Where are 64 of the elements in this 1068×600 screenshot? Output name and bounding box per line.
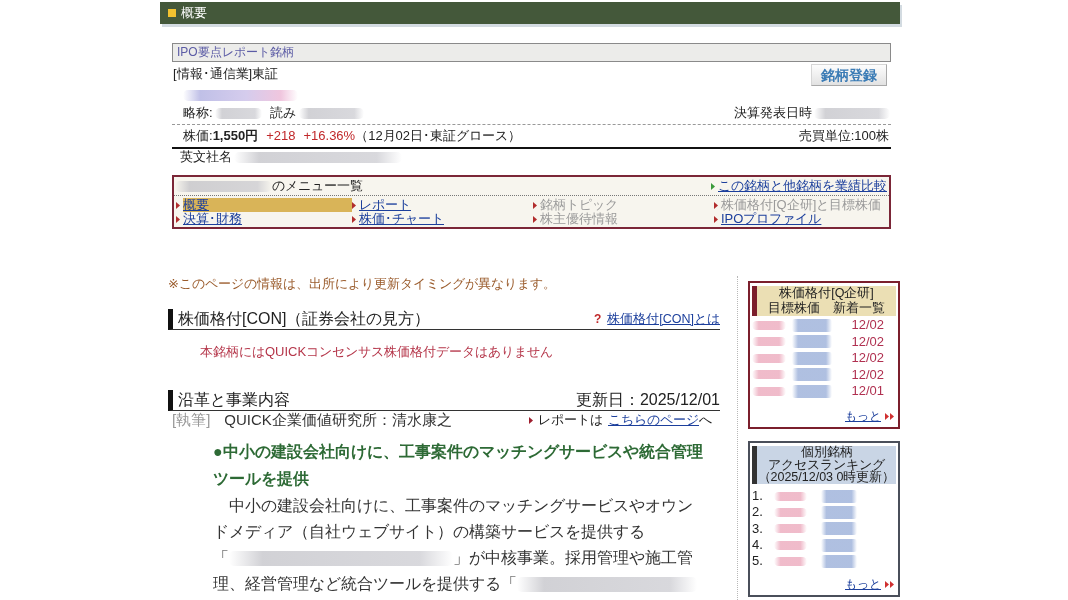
more-link[interactable]: もっと (845, 577, 881, 592)
section-title: 株価格付[CON]（証券会社の見方） (178, 309, 431, 329)
triangle-bullet-icon (352, 201, 356, 209)
menu-link[interactable]: 決算･財務 (183, 212, 242, 226)
triangle-bullet-icon (714, 215, 718, 223)
section-title: 沿革と事業内容 (178, 390, 290, 410)
field-label: 英文社名 (180, 148, 232, 166)
help-link[interactable]: 株価格付[CON]とは (607, 309, 720, 329)
menu-link[interactable]: 株価･チャート (359, 212, 444, 226)
square-icon (168, 9, 176, 17)
menu-item: 株価格付[Q企研]と目標株価 (721, 198, 882, 212)
date-text: 12/02 (851, 366, 884, 383)
triangle-bullet-icon (352, 215, 356, 223)
triangle-bullet-icon (711, 182, 715, 190)
header-title: 概要 (181, 4, 207, 22)
double-arrow-icon (885, 581, 894, 588)
rank-number: 1. (752, 488, 764, 505)
menu-link[interactable]: レポート (359, 198, 411, 212)
trading-unit-text: 売買単位:100株 (798, 127, 889, 145)
price-label: 株価: (183, 127, 213, 145)
triangle-bullet-icon (529, 417, 533, 424)
panel-title: 個別銘柄 アクセスランキング （2025/12/03 0時更新） (752, 446, 896, 484)
compare-link[interactable]: この銘柄と他銘柄を業績比較 (718, 177, 887, 195)
report-link[interactable]: こちらのページ (608, 412, 699, 429)
rank-number: 5. (752, 553, 764, 570)
business-description: 中小の建設会社向けに、工事案件のマッチングサービスやオウンドメディア（自社ウェブサイト）の構築サービスを提供する「 」が中核事業。採用管理や施工管理、経営管理など統合ツールを提供する「 (213, 492, 708, 596)
menu-link[interactable]: IPOプロファイル (721, 212, 822, 226)
menu-item: 銘柄トピック (540, 198, 618, 212)
business-headline: ●中小の建設会社向けに、工事案件のマッチングサービスや統合管理ツールを提供 (213, 442, 704, 489)
price-change: +218 (266, 127, 296, 145)
triangle-bullet-icon (176, 215, 180, 223)
rank-number: 2. (752, 504, 764, 521)
date-text: 12/02 (851, 333, 884, 350)
report-text: レポートは (538, 412, 603, 429)
double-arrow-icon (885, 413, 894, 420)
register-button[interactable]: 銘柄登録 (811, 63, 887, 86)
triangle-bullet-icon (176, 201, 180, 209)
field-label: 決算発表日時 (734, 104, 812, 122)
price-date-note: （12月02日･東証グロース） (355, 127, 522, 145)
no-data-message: 本銘柄にはQUICKコンセンサス株価格付データはありません (200, 345, 555, 359)
triangle-bullet-icon (714, 201, 718, 209)
updated-date: 更新日：2025/12/01 (575, 390, 720, 410)
date-text: 12/01 (851, 383, 884, 400)
date-text: 12/02 (851, 350, 884, 367)
author-tag: [執筆] (172, 411, 211, 430)
panel-title: 株価格付[Q企研] 目標株価 新着一覧 (752, 286, 896, 316)
menu-item: 株主優待情報 (540, 212, 618, 226)
report-text: へ (699, 412, 712, 429)
field-label: 読み (269, 104, 296, 122)
field-label: 略称: (183, 104, 213, 122)
author-name: QUICK企業価値研究所：清水康之 (224, 411, 452, 430)
date-text: 12/02 (851, 317, 884, 334)
menu-link[interactable]: 概要 (183, 198, 352, 212)
rank-number: 3. (752, 520, 764, 537)
question-mark-icon: ? (593, 309, 602, 329)
triangle-bullet-icon (533, 215, 537, 223)
report-label-bar: IPO要点レポート銘柄 (172, 43, 891, 62)
notice-text: ※このページの情報は、出所により更新タイミングが異なります。 (168, 276, 557, 292)
menu-title: のメニュー一覧 (272, 177, 363, 195)
category-text: [情報･通信業]東証 (173, 66, 279, 83)
rank-number: 4. (752, 536, 764, 554)
price-change-percent: +16.36% (303, 127, 356, 145)
more-link[interactable]: もっと (845, 409, 881, 424)
triangle-bullet-icon (533, 201, 537, 209)
